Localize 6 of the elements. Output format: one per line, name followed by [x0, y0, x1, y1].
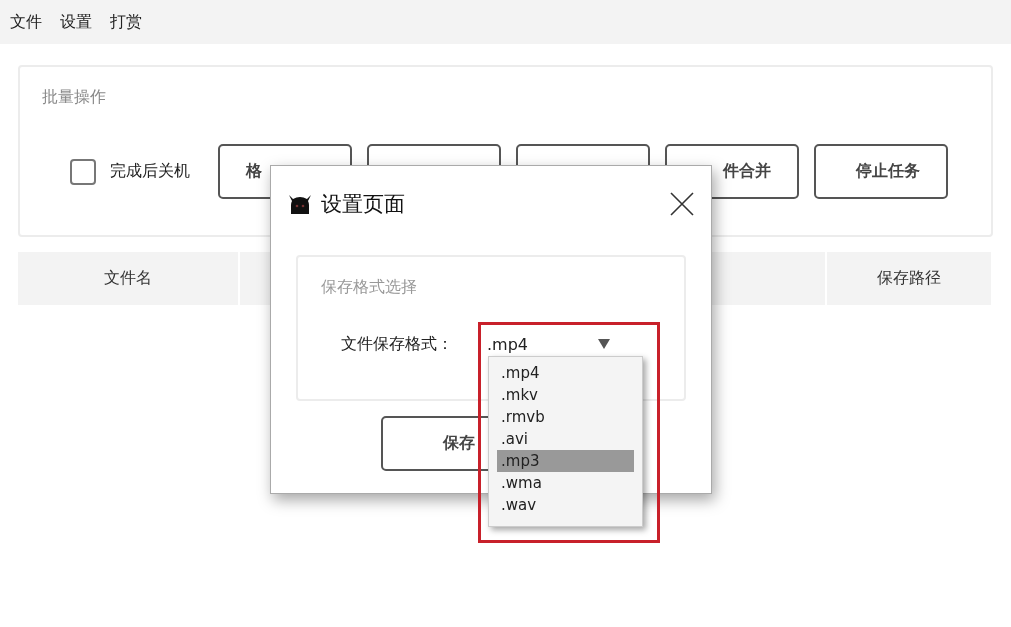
- group-title: 保存格式选择: [321, 277, 417, 298]
- field-label: 文件保存格式：: [341, 333, 453, 355]
- column-header: 文件名: [18, 252, 240, 305]
- group-title: 批量操作: [42, 87, 106, 108]
- column-header: 保存路径: [825, 252, 991, 305]
- checkbox-label: 完成后关机: [110, 161, 190, 182]
